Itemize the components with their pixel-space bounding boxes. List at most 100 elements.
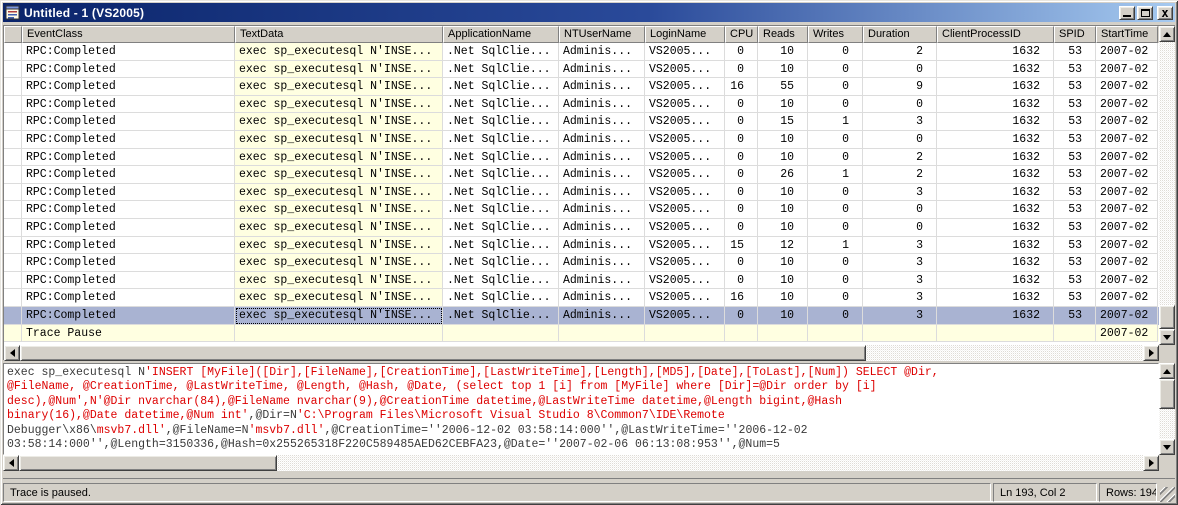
cell-applicationname[interactable]: .Net SqlClie... xyxy=(443,289,559,307)
cell-duration[interactable]: 3 xyxy=(863,236,937,255)
cell-writes[interactable]: 0 xyxy=(808,306,863,325)
grid-horizontal-scrollbar[interactable] xyxy=(4,345,1175,361)
cell-applicationname[interactable]: .Net SqlClie... xyxy=(443,236,559,255)
cell-textdata[interactable]: exec sp_executesql N'INSE... xyxy=(235,43,443,61)
cell-reads[interactable]: 10 xyxy=(758,130,808,149)
cell-eventclass[interactable]: RPC:Completed xyxy=(22,201,235,219)
cell-applicationname[interactable]: .Net SqlClie... xyxy=(443,201,559,219)
cell-ntusername[interactable]: Adminis... xyxy=(559,254,645,272)
cell-spid[interactable]: 53 xyxy=(1054,78,1096,96)
close-button[interactable]: x xyxy=(1157,5,1173,20)
cell-spid[interactable]: 53 xyxy=(1054,130,1096,149)
cell-starttime[interactable]: 2007-02 xyxy=(1096,95,1158,114)
cell-writes[interactable]: 0 xyxy=(808,95,863,114)
cell-spid[interactable]: 53 xyxy=(1054,166,1096,184)
detail-scroll-right-button[interactable] xyxy=(1143,455,1159,472)
column-header-clientprocessid[interactable]: ClientProcessID xyxy=(937,26,1054,43)
cell-starttime[interactable]: 2007-02 xyxy=(1096,271,1158,290)
cell-textdata[interactable]: exec sp_executesql N'INSE... xyxy=(235,306,443,325)
cell-starttime[interactable]: 2007-02 xyxy=(1096,43,1158,61)
cell-ntusername[interactable]: Adminis... xyxy=(559,95,645,114)
cell-cpu[interactable]: 0 xyxy=(725,271,758,290)
cell-applicationname[interactable]: .Net SqlClie... xyxy=(443,166,559,184)
row-gutter-cell[interactable] xyxy=(4,78,22,96)
cell-spid[interactable]: 53 xyxy=(1054,43,1096,61)
cell-eventclass[interactable]: RPC:Completed xyxy=(22,289,235,307)
minimize-button[interactable] xyxy=(1119,5,1135,20)
cell-writes[interactable] xyxy=(808,324,863,343)
cell-clientprocessid[interactable]: 1632 xyxy=(937,95,1054,114)
cell-loginname[interactable]: VS2005... xyxy=(645,306,725,325)
detail-vertical-scrollbar[interactable] xyxy=(1159,363,1175,456)
row-gutter-cell[interactable] xyxy=(4,113,22,131)
cell-writes[interactable]: 0 xyxy=(808,254,863,272)
grid-vscroll-track[interactable] xyxy=(1159,42,1175,329)
column-header-ntusername[interactable]: NTUserName xyxy=(559,26,645,43)
title-bar[interactable]: Untitled - 1 (VS2005) x xyxy=(3,3,1175,22)
cell-cpu[interactable]: 0 xyxy=(725,201,758,219)
cell-clientprocessid[interactable]: 1632 xyxy=(937,183,1054,202)
cell-ntusername[interactable]: Adminis... xyxy=(559,289,645,307)
cell-starttime[interactable]: 2007-02 xyxy=(1096,78,1158,96)
row-gutter-cell[interactable] xyxy=(4,289,22,307)
cell-eventclass[interactable]: RPC:Completed xyxy=(22,271,235,290)
cell-loginname[interactable]: VS2005... xyxy=(645,95,725,114)
cell-textdata[interactable]: exec sp_executesql N'INSE... xyxy=(235,271,443,290)
cell-cpu[interactable]: 0 xyxy=(725,43,758,61)
cell-clientprocessid[interactable]: 1632 xyxy=(937,271,1054,290)
cell-loginname[interactable]: VS2005... xyxy=(645,130,725,149)
cell-reads[interactable]: 10 xyxy=(758,148,808,167)
cell-textdata[interactable]: exec sp_executesql N'INSE... xyxy=(235,201,443,219)
cell-reads[interactable]: 12 xyxy=(758,236,808,255)
cell-spid[interactable]: 53 xyxy=(1054,254,1096,272)
cell-starttime[interactable]: 2007-02 xyxy=(1096,148,1158,167)
cell-duration[interactable]: 2 xyxy=(863,43,937,61)
table-row[interactable]: Trace Pause 2007-02 xyxy=(4,324,1159,343)
row-gutter-cell[interactable] xyxy=(4,306,22,325)
column-header-cpu[interactable]: CPU xyxy=(725,26,758,43)
row-gutter-cell[interactable] xyxy=(4,218,22,237)
cell-clientprocessid[interactable]: 1632 xyxy=(937,60,1054,79)
cell-spid[interactable]: 53 xyxy=(1054,183,1096,202)
cell-eventclass[interactable]: RPC:Completed xyxy=(22,60,235,79)
cell-eventclass[interactable]: RPC:Completed xyxy=(22,113,235,131)
cell-clientprocessid[interactable]: 1632 xyxy=(937,306,1054,325)
cell-cpu[interactable]: 15 xyxy=(725,236,758,255)
cell-applicationname[interactable]: .Net SqlClie... xyxy=(443,43,559,61)
cell-textdata[interactable]: exec sp_executesql N'INSE... xyxy=(235,130,443,149)
cell-starttime[interactable]: 2007-02 xyxy=(1096,183,1158,202)
column-header-textdata[interactable]: TextData xyxy=(235,26,443,43)
cell-spid[interactable] xyxy=(1054,324,1096,343)
cell-starttime[interactable]: 2007-02 xyxy=(1096,236,1158,255)
cell-writes[interactable]: 0 xyxy=(808,183,863,202)
cell-reads[interactable]: 10 xyxy=(758,43,808,61)
cell-reads[interactable]: 26 xyxy=(758,166,808,184)
cell-duration[interactable]: 0 xyxy=(863,130,937,149)
cell-duration[interactable]: 3 xyxy=(863,183,937,202)
column-header-writes[interactable]: Writes xyxy=(808,26,863,43)
cell-loginname[interactable]: VS2005... xyxy=(645,289,725,307)
cell-textdata[interactable]: exec sp_executesql N'INSE... xyxy=(235,218,443,237)
cell-clientprocessid[interactable]: 1632 xyxy=(937,254,1054,272)
cell-loginname[interactable]: VS2005... xyxy=(645,166,725,184)
table-row[interactable]: RPC:Completed exec sp_executesql N'INSE..… xyxy=(4,60,1159,79)
scroll-left-button[interactable] xyxy=(4,345,20,361)
cell-reads[interactable]: 10 xyxy=(758,218,808,237)
cell-textdata[interactable]: exec sp_executesql N'INSE... xyxy=(235,113,443,131)
cell-reads[interactable]: 10 xyxy=(758,95,808,114)
cell-duration[interactable]: 3 xyxy=(863,289,937,307)
cell-eventclass[interactable]: RPC:Completed xyxy=(22,166,235,184)
row-gutter-cell[interactable] xyxy=(4,236,22,255)
cell-duration[interactable]: 3 xyxy=(863,254,937,272)
cell-ntusername[interactable]: Adminis... xyxy=(559,60,645,79)
scroll-right-button[interactable] xyxy=(1143,345,1159,361)
cell-duration[interactable] xyxy=(863,324,937,343)
cell-duration[interactable]: 2 xyxy=(863,148,937,167)
cell-ntusername[interactable]: Adminis... xyxy=(559,113,645,131)
cell-clientprocessid[interactable]: 1632 xyxy=(937,236,1054,255)
cell-applicationname[interactable]: .Net SqlClie... xyxy=(443,218,559,237)
cell-ntusername[interactable]: Adminis... xyxy=(559,148,645,167)
cell-starttime[interactable]: 2007-02 xyxy=(1096,306,1158,325)
maximize-button[interactable] xyxy=(1137,5,1153,20)
cell-textdata[interactable]: exec sp_executesql N'INSE... xyxy=(235,148,443,167)
